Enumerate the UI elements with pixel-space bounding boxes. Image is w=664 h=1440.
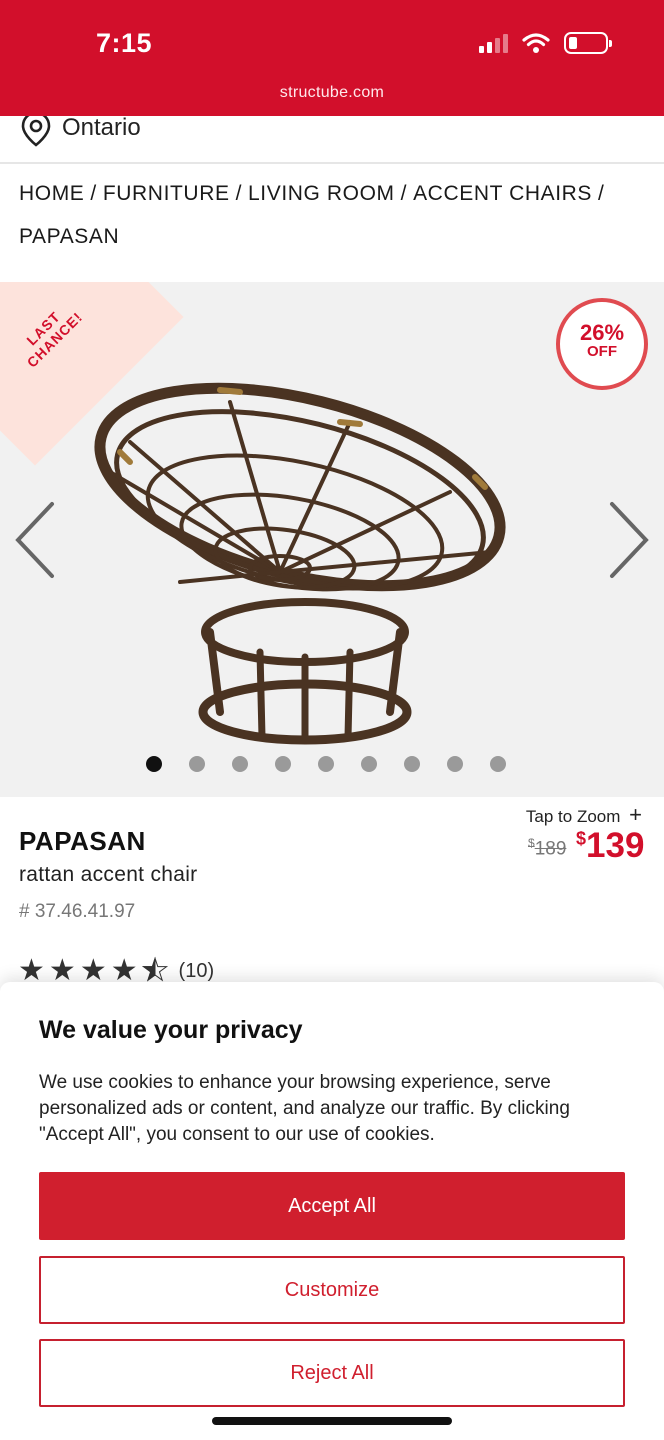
gallery-dot[interactable] (275, 756, 291, 772)
gallery-dot[interactable] (318, 756, 334, 772)
zoom-label: Tap to Zoom (525, 807, 621, 826)
rating-count: (10) (178, 959, 215, 982)
battery-icon (564, 32, 612, 54)
location-pin-icon (21, 116, 51, 147)
chevron-left-icon[interactable] (12, 500, 60, 580)
gallery-dot[interactable] (361, 756, 377, 772)
breadcrumb-separator: / (400, 182, 408, 205)
currency-symbol: $ (576, 828, 587, 849)
breadcrumb-separator: / (90, 182, 97, 205)
breadcrumb: HOME / FURNITURE / LIVING ROOM / ACCENT CHAIRS… (19, 172, 639, 258)
cookie-consent-dialog: We value your privacy We use cookies to … (0, 982, 664, 1440)
status-icons (479, 32, 612, 54)
accept-all-button[interactable]: Accept All (39, 1172, 625, 1240)
product-gallery[interactable]: LAST CHANCE! 26% OFF (0, 282, 664, 797)
product-image-papasan-chair (94, 382, 506, 745)
gallery-dot[interactable] (232, 756, 248, 772)
breadcrumb-accent-chairs[interactable]: ACCENT CHAIRS (413, 182, 592, 205)
plus-icon: + (629, 802, 642, 827)
sale-price: $139 (576, 826, 644, 866)
gallery-dot[interactable] (189, 756, 205, 772)
wifi-icon (522, 33, 550, 53)
breadcrumb-furniture[interactable]: FURNITURE (103, 182, 230, 205)
discount-badge: 26% OFF (556, 298, 648, 390)
home-indicator[interactable] (212, 1417, 452, 1425)
breadcrumb-home[interactable]: HOME (19, 182, 84, 205)
gallery-dot[interactable] (447, 756, 463, 772)
sale-price-value: 139 (586, 826, 645, 865)
breadcrumb-living-room[interactable]: LIVING ROOM (248, 182, 395, 205)
breadcrumb-separator: / (235, 182, 243, 205)
browser-top-bar: 7:15 structube.com (0, 0, 664, 116)
tap-to-zoom[interactable]: Tap to Zoom + (526, 802, 642, 828)
original-price-value: 189 (534, 838, 567, 860)
original-price: $189 (528, 836, 566, 860)
signal-icon (479, 33, 508, 53)
breadcrumb-separator: / (598, 182, 605, 205)
reject-all-button[interactable]: Reject All (39, 1339, 625, 1407)
gallery-dot[interactable] (404, 756, 420, 772)
chevron-right-icon[interactable] (604, 500, 652, 580)
gallery-dot[interactable] (490, 756, 506, 772)
breadcrumb-current: PAPASAN (19, 225, 120, 248)
product-name: PAPASAN (19, 826, 146, 856)
gallery-dot[interactable] (146, 756, 162, 772)
discount-percent: 26% (579, 320, 625, 345)
status-time: 7:15 (96, 28, 153, 58)
cookie-body: We use cookies to enhance your browsing … (39, 1072, 570, 1145)
product-sku: # 37.46.41.97 (19, 901, 136, 922)
product-subtitle: rattan accent chair (19, 863, 198, 886)
location-label: Ontario (62, 116, 141, 141)
gallery-pagination (146, 756, 506, 772)
discount-off-label: OFF (587, 343, 617, 360)
customize-button[interactable]: Customize (39, 1256, 625, 1324)
url-bar[interactable]: structube.com (0, 84, 664, 102)
cookie-title: We value your privacy (39, 1016, 303, 1044)
currency-symbol: $ (528, 836, 535, 850)
location-row[interactable]: Ontario (0, 116, 664, 164)
